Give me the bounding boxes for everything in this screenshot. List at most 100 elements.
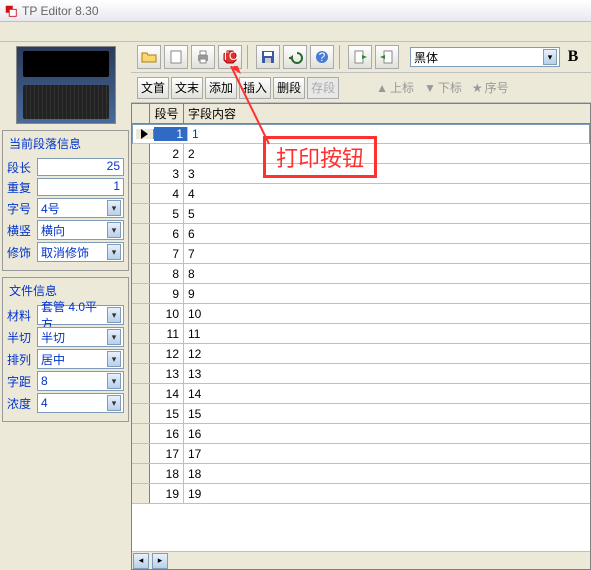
cell-content[interactable]: 19	[184, 484, 590, 503]
row-marker	[132, 264, 150, 283]
para-row-3: 横竖横向▾	[7, 220, 124, 240]
export-right-button[interactable]	[375, 45, 399, 69]
chevron-down-icon: ▾	[107, 329, 121, 345]
format-button-1: ▼下标	[420, 79, 466, 96]
table-row[interactable]: 1313	[132, 364, 590, 384]
cell-segno[interactable]: 2	[150, 144, 184, 163]
cell-segno[interactable]: 13	[150, 364, 184, 383]
table-row[interactable]: 44	[132, 184, 590, 204]
cell-segno[interactable]: 10	[150, 304, 184, 323]
table-row[interactable]: 1717	[132, 444, 590, 464]
table-row[interactable]: 1919	[132, 484, 590, 504]
cell-segno[interactable]: 17	[150, 444, 184, 463]
cell-content[interactable]: 5	[184, 204, 590, 223]
cell-segno[interactable]: 8	[150, 264, 184, 283]
horizontal-scrollbar[interactable]: ◂ ▸	[132, 551, 590, 569]
chevron-down-icon: ▾	[107, 200, 121, 216]
cell-content[interactable]: 18	[184, 464, 590, 483]
table-row[interactable]: 55	[132, 204, 590, 224]
text-input[interactable]: 25	[37, 158, 124, 176]
select-input[interactable]: 8▾	[37, 371, 124, 391]
grid-corner	[132, 104, 150, 123]
table-row[interactable]: 88	[132, 264, 590, 284]
row-marker	[132, 244, 150, 263]
text-button-0[interactable]: 文首	[137, 77, 169, 99]
text-input[interactable]: 1	[37, 178, 124, 196]
table-row[interactable]: 1212	[132, 344, 590, 364]
cell-content[interactable]: 13	[184, 364, 590, 383]
cell-content[interactable]: 11	[184, 324, 590, 343]
print-button[interactable]	[191, 45, 215, 69]
cell-segno[interactable]: 18	[150, 464, 184, 483]
select-input[interactable]: 套管 4.0平方▾	[37, 305, 124, 325]
open-button[interactable]	[137, 45, 161, 69]
field-label: 浓度	[7, 395, 33, 412]
table-row[interactable]: 1818	[132, 464, 590, 484]
toolbar-main: STOP? 黑体 ▾ B	[131, 42, 591, 73]
field-label: 横竖	[7, 222, 33, 239]
cell-segno[interactable]: 15	[150, 404, 184, 423]
row-marker	[132, 144, 150, 163]
row-marker	[132, 484, 150, 503]
table-row[interactable]: 1111	[132, 324, 590, 344]
file-info-panel: 文件信息 材料套管 4.0平方▾半切半切▾排列居中▾字距8▾浓度4▾	[2, 277, 129, 422]
svg-text:?: ?	[319, 50, 326, 64]
font-select[interactable]: 黑体 ▾	[410, 47, 560, 67]
table-row[interactable]: 1010	[132, 304, 590, 324]
cell-content[interactable]: 6	[184, 224, 590, 243]
cell-content[interactable]: 7	[184, 244, 590, 263]
file-row-0: 材料套管 4.0平方▾	[7, 305, 124, 325]
row-marker	[132, 204, 150, 223]
cell-segno[interactable]: 14	[150, 384, 184, 403]
cell-content[interactable]: 14	[184, 384, 590, 403]
text-button-4[interactable]: 删段	[273, 77, 305, 99]
chevron-down-icon: ▾	[543, 49, 557, 65]
cell-content[interactable]: 15	[184, 404, 590, 423]
select-input[interactable]: 居中▾	[37, 349, 124, 369]
app-title: TP Editor 8.30	[22, 4, 99, 18]
cell-content[interactable]: 17	[184, 444, 590, 463]
cell-content[interactable]: 10	[184, 304, 590, 323]
cell-segno[interactable]: 11	[150, 324, 184, 343]
para-row-0: 段长25	[7, 158, 124, 176]
cell-segno[interactable]: 5	[150, 204, 184, 223]
scroll-right-icon[interactable]: ▸	[152, 553, 168, 569]
new-button[interactable]	[164, 45, 188, 69]
cell-content[interactable]: 3	[184, 164, 590, 183]
cell-segno[interactable]: 16	[150, 424, 184, 443]
bold-button[interactable]: B	[563, 48, 583, 66]
select-input[interactable]: 横向▾	[37, 220, 124, 240]
cell-segno[interactable]: 1	[154, 127, 188, 141]
help-button[interactable]: ?	[310, 45, 334, 69]
scroll-left-icon[interactable]: ◂	[133, 553, 149, 569]
table-row[interactable]: 1515	[132, 404, 590, 424]
select-input[interactable]: 半切▾	[37, 327, 124, 347]
text-button-1[interactable]: 文末	[171, 77, 203, 99]
cell-segno[interactable]: 3	[150, 164, 184, 183]
cell-content[interactable]: 16	[184, 424, 590, 443]
table-row[interactable]: 66	[132, 224, 590, 244]
select-input[interactable]: 4号▾	[37, 198, 124, 218]
undo-button[interactable]	[283, 45, 307, 69]
table-row[interactable]: 99	[132, 284, 590, 304]
grid-header-segno[interactable]: 段号	[150, 104, 184, 123]
cell-content[interactable]: 9	[184, 284, 590, 303]
cell-content[interactable]: 4	[184, 184, 590, 203]
cell-content[interactable]: 8	[184, 264, 590, 283]
table-row[interactable]: 77	[132, 244, 590, 264]
cell-segno[interactable]: 4	[150, 184, 184, 203]
cell-content[interactable]: 12	[184, 344, 590, 363]
table-row[interactable]: 1414	[132, 384, 590, 404]
cell-segno[interactable]: 12	[150, 344, 184, 363]
table-row[interactable]: 1616	[132, 424, 590, 444]
panel-title: 当前段落信息	[7, 135, 124, 156]
select-input[interactable]: 4▾	[37, 393, 124, 413]
field-label: 材料	[7, 307, 33, 324]
cell-segno[interactable]: 19	[150, 484, 184, 503]
row-marker	[132, 184, 150, 203]
export-left-button[interactable]	[348, 45, 372, 69]
cell-segno[interactable]: 6	[150, 224, 184, 243]
select-input[interactable]: 取消修饰▾	[37, 242, 124, 262]
cell-segno[interactable]: 7	[150, 244, 184, 263]
cell-segno[interactable]: 9	[150, 284, 184, 303]
